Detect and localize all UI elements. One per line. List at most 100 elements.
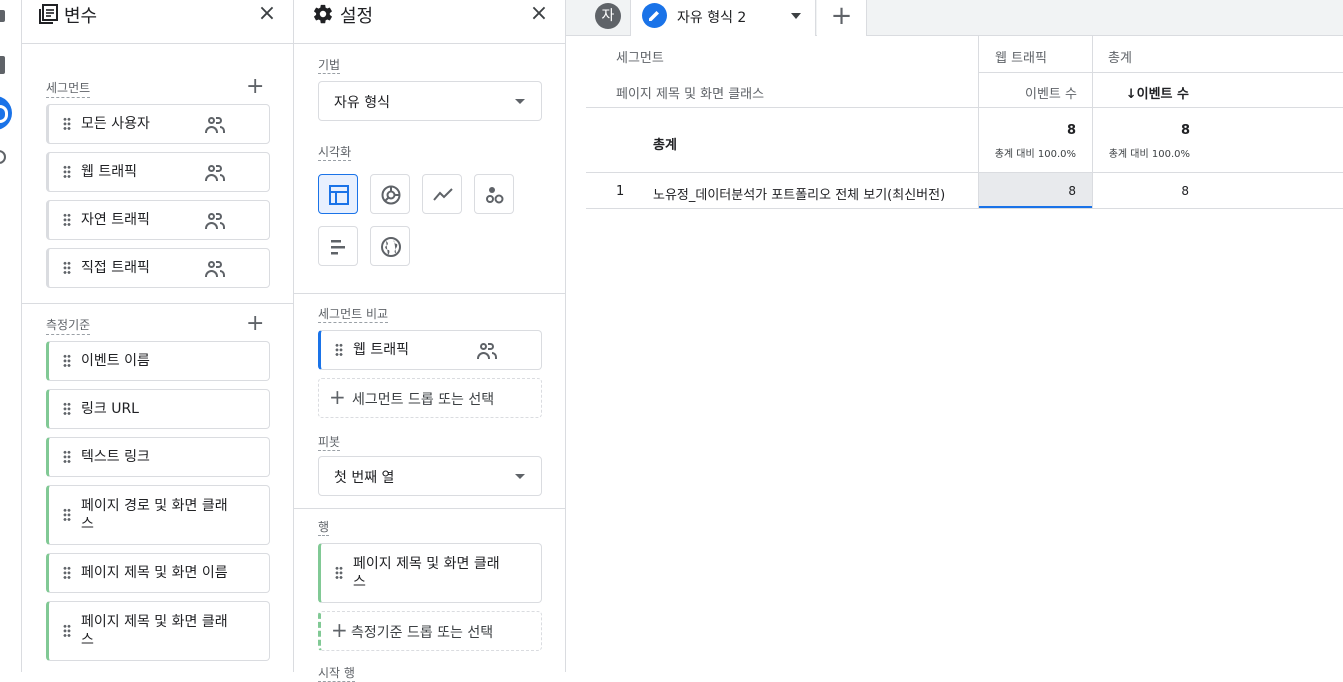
- row-divider: [586, 172, 1343, 173]
- drag-handle-icon[interactable]: [335, 343, 343, 357]
- technique-select[interactable]: 자유 형식: [318, 81, 542, 121]
- start-row-label: 시작 행: [318, 666, 355, 682]
- drag-handle-icon[interactable]: [63, 213, 71, 227]
- nav-icon-fragment[interactable]: [0, 56, 5, 74]
- segment-chip[interactable]: 모든 사용자: [46, 104, 270, 144]
- segment-chip[interactable]: 웹 트래픽: [46, 152, 270, 192]
- edit-icon[interactable]: [642, 3, 667, 28]
- segment-compare-chip[interactable]: 웹 트래픽: [318, 330, 542, 370]
- col1-segment-header: 웹 트래픽: [995, 51, 1047, 66]
- segment-compare-label-text: 웹 트래픽: [353, 342, 409, 358]
- dimension-dropzone[interactable]: + 측정기준 드롭 또는 선택: [318, 611, 542, 651]
- search-nav-icon[interactable]: [0, 150, 6, 164]
- scatter-viz-button[interactable]: [474, 174, 514, 214]
- dimension-chip[interactable]: 페이지 제목 및 화면 클래 스: [46, 601, 270, 661]
- dimension-chip[interactable]: 이벤트 이름: [46, 341, 270, 381]
- settings-header: 설정 ×: [294, 0, 565, 44]
- dimension-label: 텍스트 링크: [81, 449, 150, 465]
- total-percent: 총계 대비 100.0%: [994, 149, 1076, 160]
- visualization-label: 시각화: [318, 145, 352, 161]
- segment-label: 웹 트래픽: [81, 164, 137, 180]
- settings-title: 설정: [340, 6, 374, 27]
- total-value: 8: [1180, 123, 1190, 138]
- people-icon: [205, 212, 225, 230]
- plus-icon: +: [331, 618, 348, 642]
- total-percent: 총계 대비 100.0%: [1108, 149, 1190, 160]
- add-dimension-icon[interactable]: +: [246, 313, 264, 335]
- cell-value: 8: [1068, 184, 1076, 198]
- add-tab-button[interactable]: +: [817, 0, 867, 36]
- segment-chip[interactable]: 자연 트래픽: [46, 200, 270, 240]
- drag-handle-icon[interactable]: [63, 402, 71, 416]
- col1-metric-header[interactable]: 이벤트 수: [978, 83, 1077, 102]
- drag-handle-icon[interactable]: [63, 165, 71, 179]
- row-dimension-value[interactable]: 노유정_데이터분석가 포트폴리오 전체 보기(최신버전): [653, 184, 945, 203]
- report-canvas: 자 자유 형식 2 + 세그먼트 페이지 제목 및 화면 클래스 웹 트래픽 총…: [566, 0, 1343, 672]
- rows-dimension-chip[interactable]: 페이지 제목 및 화면 클래 스: [318, 543, 542, 603]
- bar-chart-icon: [331, 240, 345, 255]
- people-icon: [205, 164, 225, 182]
- drag-handle-icon[interactable]: [63, 508, 71, 522]
- tab-freeform-2[interactable]: 자유 형식 2: [630, 0, 816, 36]
- globe-icon: [381, 237, 401, 257]
- left-nav-rail: [0, 0, 22, 672]
- close-icon[interactable]: ×: [529, 3, 549, 25]
- dimensions-label: 측정기준: [46, 316, 91, 335]
- dimension-chip[interactable]: 페이지 제목 및 화면 이름: [46, 553, 270, 593]
- divider: [22, 303, 293, 304]
- segment-compare-label: 세그먼트 비교: [318, 307, 389, 323]
- dimension-label: 페이지 제목 및 화면 클래 스: [81, 614, 228, 648]
- cell-value[interactable]: 8: [1092, 184, 1189, 198]
- segment-label: 자연 트래픽: [81, 212, 150, 228]
- pivot-value: 첫 번째 열: [334, 470, 395, 486]
- variables-header: 변수 ×: [22, 0, 293, 44]
- donut-viz-button[interactable]: [370, 174, 410, 214]
- rows-label: 행: [318, 520, 330, 536]
- donut-icon: [381, 185, 401, 205]
- plus-icon: +: [329, 385, 346, 409]
- drag-handle-icon[interactable]: [63, 117, 71, 131]
- explore-nav-icon[interactable]: [0, 96, 12, 130]
- line-chart-icon: [433, 188, 453, 201]
- row-divider: [586, 107, 1343, 108]
- table-viz-button[interactable]: [318, 174, 358, 214]
- technique-label: 기법: [318, 58, 341, 74]
- people-icon: [477, 342, 497, 360]
- drag-handle-icon[interactable]: [335, 566, 343, 580]
- chevron-down-icon: [515, 474, 525, 479]
- segment-drop-label: 세그먼트 드롭 또는 선택: [352, 392, 495, 408]
- settings-panel: 설정 × 기법 자유 형식 시각화 세그먼트 비교 웹 트래픽 + 세그먼트 드…: [294, 0, 566, 682]
- segment-dropzone[interactable]: + 세그먼트 드롭 또는 선택: [318, 378, 542, 418]
- dimension-chip[interactable]: 링크 URL: [46, 389, 270, 429]
- row-divider: [978, 72, 1343, 73]
- totals-label: 총계: [653, 138, 677, 153]
- pivot-select[interactable]: 첫 번째 열: [318, 456, 542, 496]
- technique-value: 자유 형식: [334, 95, 390, 111]
- col2-metric-header-sorted[interactable]: ↓이벤트 수: [1092, 83, 1189, 102]
- nav-icon-fragment[interactable]: [0, 10, 5, 22]
- dimension-header: 페이지 제목 및 화면 클래스: [616, 87, 765, 102]
- selected-cell[interactable]: 8: [979, 173, 1092, 208]
- dimension-label: 링크 URL: [81, 401, 139, 417]
- segment-chip[interactable]: 직접 트래픽: [46, 248, 270, 288]
- divider: [294, 508, 565, 509]
- dimension-chip[interactable]: 텍스트 링크: [46, 437, 270, 477]
- pivot-label: 피봇: [318, 435, 341, 451]
- variables-title: 변수: [64, 6, 98, 27]
- add-segment-icon[interactable]: +: [246, 76, 264, 98]
- drag-handle-icon[interactable]: [63, 566, 71, 580]
- drag-handle-icon[interactable]: [63, 450, 71, 464]
- drag-handle-icon[interactable]: [63, 624, 71, 638]
- geo-viz-button[interactable]: [370, 226, 410, 266]
- variables-panel: 2월 21일 - 2025년 3월 23일 변수 × 세그먼트 + 모든 사용자…: [22, 0, 294, 672]
- line-viz-button[interactable]: [422, 174, 462, 214]
- bar-viz-button[interactable]: [318, 226, 358, 266]
- avatar[interactable]: 자: [595, 3, 621, 29]
- close-icon[interactable]: ×: [257, 3, 277, 25]
- drag-handle-icon[interactable]: [63, 261, 71, 275]
- chevron-down-icon: [515, 99, 525, 104]
- segment-label: 직접 트래픽: [81, 260, 150, 276]
- dimension-chip[interactable]: 페이지 경로 및 화면 클래 스: [46, 485, 270, 545]
- chevron-down-icon[interactable]: [791, 13, 801, 19]
- drag-handle-icon[interactable]: [63, 354, 71, 368]
